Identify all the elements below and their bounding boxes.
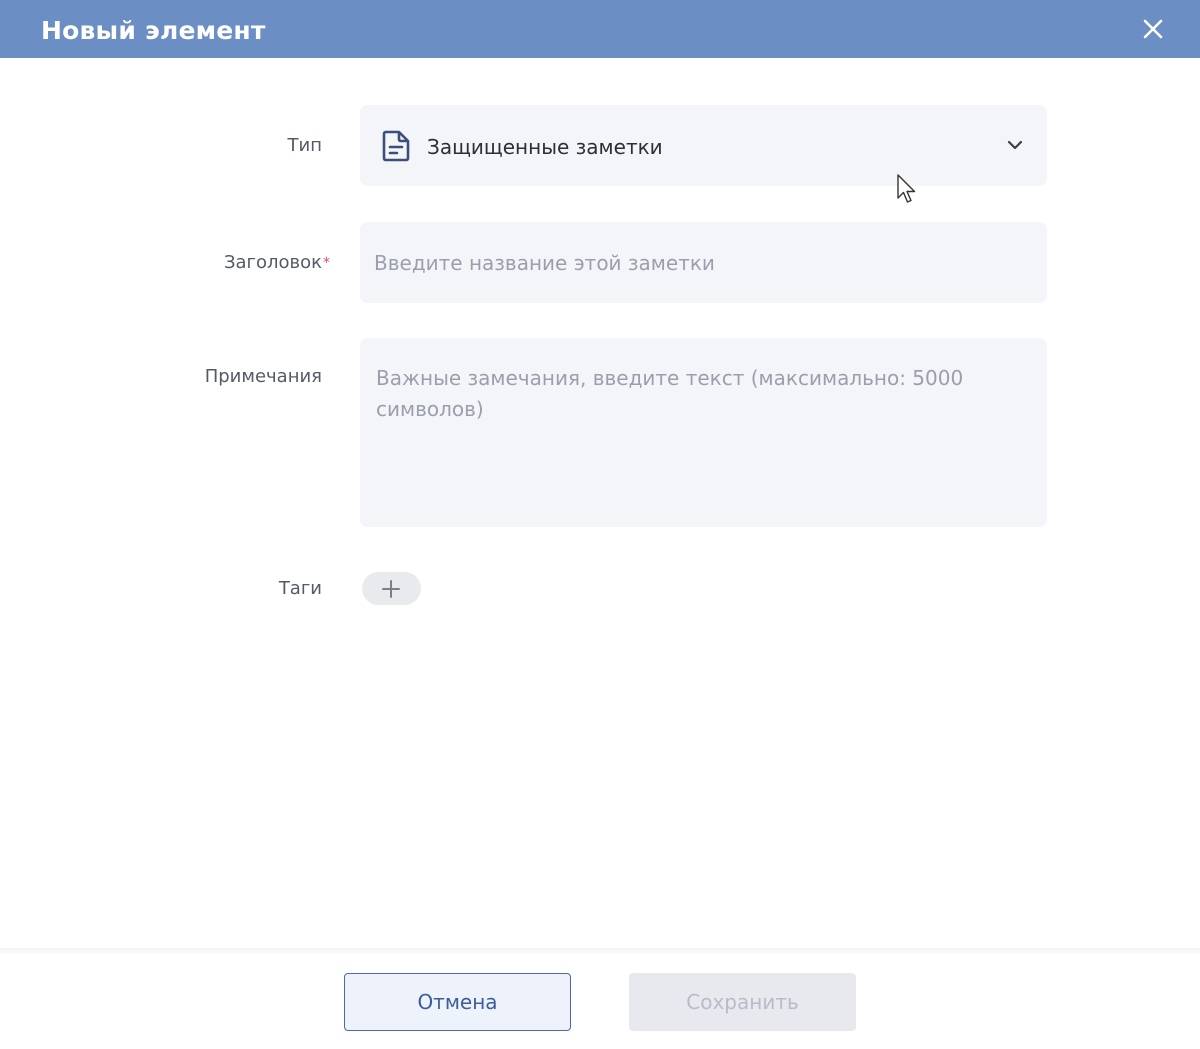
type-label: Тип	[287, 135, 322, 156]
tags-label: Таги	[278, 578, 322, 599]
close-icon	[1143, 19, 1163, 39]
dialog-title-bar: Новый элемент	[0, 0, 1200, 58]
add-tag-button[interactable]	[362, 572, 421, 605]
notes-label: Примечания	[204, 366, 322, 387]
mouse-pointer-icon	[897, 174, 916, 203]
title-label: Заголовок*	[223, 252, 330, 273]
footer-divider	[0, 948, 1200, 954]
chevron-down-icon	[1007, 140, 1023, 150]
title-input[interactable]	[360, 222, 1047, 303]
type-select[interactable]: Защищенные заметки	[360, 105, 1047, 186]
type-select-value: Защищенные заметки	[427, 135, 663, 159]
cancel-button[interactable]: Отмена	[344, 973, 571, 1031]
document-icon	[382, 130, 410, 162]
save-button[interactable]: Сохранить	[629, 973, 856, 1031]
notes-field	[360, 338, 1047, 527]
new-item-dialog: Новый элемент Тип Защищенные заметки Заг…	[0, 0, 1200, 1049]
title-field	[360, 222, 1047, 303]
dialog-title: Новый элемент	[41, 16, 266, 45]
required-mark: *	[323, 255, 330, 271]
notes-textarea[interactable]	[360, 338, 1047, 527]
close-button[interactable]	[1137, 13, 1169, 45]
plus-icon	[382, 580, 400, 598]
